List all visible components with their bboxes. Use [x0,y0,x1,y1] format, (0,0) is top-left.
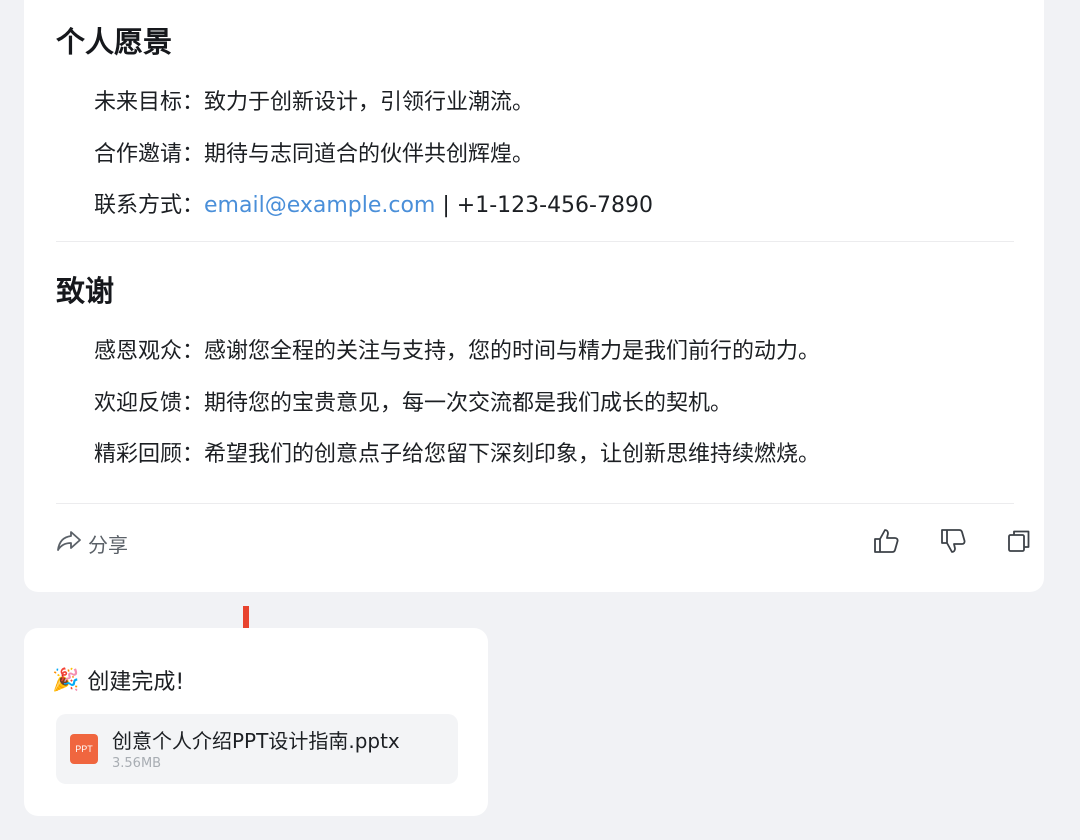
list-item-feedback: 欢迎反馈：期待您的宝贵意见，每一次交流都是我们成长的契机。 [94,388,732,420]
ppt-file-icon: PPT [70,734,98,764]
thumbs-up-icon [872,527,900,559]
item-text: 期待与志同道合的伙伴共创辉煌。 [204,142,535,167]
section-title-thanks: 致谢 [56,274,115,308]
file-size: 3.56MB [112,756,162,771]
item-text: 感谢您全程的关注与支持，您的时间与精力是我们前行的动力。 [204,339,821,364]
file-name: 创意个人介绍PPT设计指南.pptx [112,729,400,753]
thumbs-down-button[interactable] [937,527,969,559]
item-label: 精彩回顾： [94,442,205,467]
answer-card: 个人愿景 未来目标：致力于创新设计，引领行业潮流。 合作邀请：期待与志同道合的伙… [24,0,1044,592]
item-label: 未来目标： [94,90,205,115]
list-item-future-goal: 未来目标：致力于创新设计，引领行业潮流。 [94,87,534,119]
thumbs-down-icon [939,527,967,559]
share-icon [56,530,82,557]
item-text: 致力于创新设计，引领行业潮流。 [204,90,535,115]
share-label: 分享 [88,532,128,557]
list-item-thanks-audience: 感恩观众：感谢您全程的关注与支持，您的时间与精力是我们前行的动力。 [94,336,820,368]
thumbs-up-button[interactable] [870,527,902,559]
copy-button[interactable] [1003,527,1035,559]
list-item-review: 精彩回顾：希望我们的创意点子给您留下深刻印象，让创新思维持续燃烧。 [94,439,820,471]
completion-message: 🎉 创建完成! [52,664,184,696]
item-text: 希望我们的创意点子给您留下深刻印象，让创新思维持续燃烧。 [204,442,821,467]
divider [56,503,1014,504]
share-button[interactable]: 分享 [56,523,128,563]
copy-icon [1006,528,1032,558]
contact-separator: | [435,193,457,218]
item-label: 欢迎反馈： [94,391,205,416]
item-label: 合作邀请： [94,142,205,167]
phone-number: +1-123-456-7890 [456,193,653,218]
action-bar: 分享 [56,523,1030,563]
list-item-contact: 联系方式：email@example.com | +1-123-456-7890 [94,190,653,222]
email-link[interactable]: email@example.com [204,193,435,218]
list-item-cooperation: 合作邀请：期待与志同道合的伙伴共创辉煌。 [94,139,534,171]
item-text: 期待您的宝贵意见，每一次交流都是我们成长的契机。 [204,391,733,416]
item-label: 联系方式： [94,193,205,218]
item-label: 感恩观众： [94,339,205,364]
party-popper-icon: 🎉 [52,667,80,693]
section-title-vision: 个人愿景 [56,25,173,59]
file-attachment[interactable]: PPT 创意个人介绍PPT设计指南.pptx 3.56MB [56,714,458,784]
result-card: 🎉 创建完成! PPT 创意个人介绍PPT设计指南.pptx 3.56MB [24,628,488,816]
divider [56,241,1014,242]
completion-text: 创建完成! [87,670,185,695]
